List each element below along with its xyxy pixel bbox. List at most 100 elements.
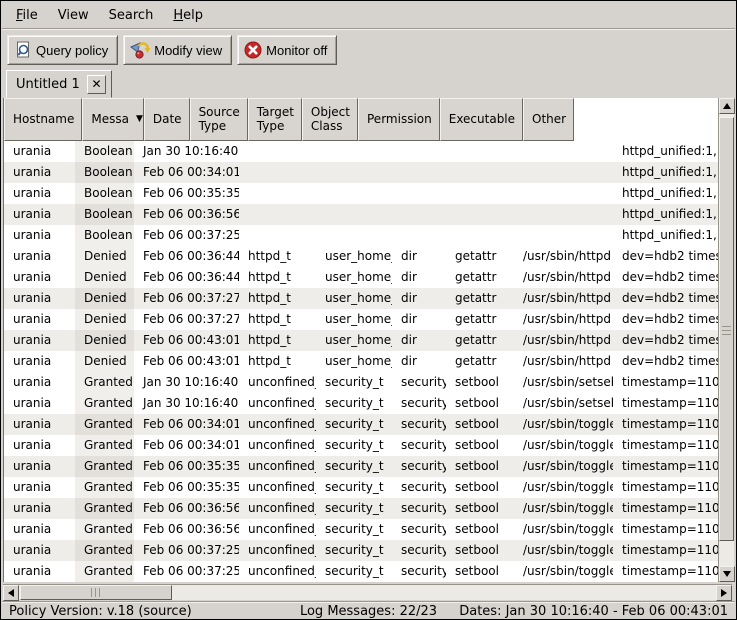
- cell-date: Feb 06 00:34:01: [134, 435, 239, 456]
- table-row[interactable]: urania Boolean Feb 06 00:36:56 httpd_uni…: [4, 204, 718, 225]
- cell-date: Feb 06 00:36:56: [134, 204, 239, 225]
- cell-target-type: security_t: [316, 498, 392, 519]
- cell-date: Jan 30 10:16:40: [134, 393, 239, 414]
- horizontal-scrollbar[interactable]: [3, 584, 732, 600]
- cell-message: Granted: [75, 540, 134, 561]
- cell-permission: setbool: [446, 540, 514, 561]
- table-row[interactable]: urania Denied Feb 06 00:43:01 httpd_t us…: [4, 351, 718, 372]
- tab-close-button[interactable]: ✕: [87, 75, 106, 94]
- modify-view-label: Modify view: [154, 43, 222, 58]
- column-header[interactable]: Executable: [440, 98, 523, 141]
- column-header[interactable]: Source Type: [190, 98, 248, 141]
- cell-executable: /usr/sbin/httpd: [514, 309, 613, 330]
- table-row[interactable]: urania Boolean Feb 06 00:34:01 httpd_uni…: [4, 162, 718, 183]
- table-row[interactable]: urania Denied Feb 06 00:36:44 httpd_t us…: [4, 267, 718, 288]
- cell-object-class: dir: [392, 267, 446, 288]
- cell-hostname: urania: [4, 393, 75, 414]
- cell-target-type: security_t: [316, 561, 392, 582]
- table-row[interactable]: urania Granted Feb 06 00:37:25 unconfine…: [4, 561, 718, 582]
- cell-date: Feb 06 00:36:44: [134, 246, 239, 267]
- table-row[interactable]: urania Granted Feb 06 00:35:35 unconfine…: [4, 477, 718, 498]
- scroll-up-button[interactable]: [719, 98, 735, 114]
- table-row[interactable]: urania Granted Feb 06 00:36:56 unconfine…: [4, 498, 718, 519]
- cell-executable: /usr/sbin/httpd: [514, 288, 613, 309]
- cell-source-type: unconfined_: [239, 456, 316, 477]
- scroll-left-button[interactable]: [3, 585, 19, 601]
- query-policy-button[interactable]: Query policy: [7, 35, 118, 65]
- cell-hostname: urania: [4, 456, 75, 477]
- toolbar: Query policy Modify view Mo: [2, 31, 735, 69]
- cell-other: dev=hdb2 timesta: [613, 267, 718, 288]
- cell-message: Denied: [75, 288, 134, 309]
- cell-permission: setbool: [446, 393, 514, 414]
- modify-view-button[interactable]: Modify view: [123, 35, 232, 65]
- vertical-scrollbar[interactable]: [718, 98, 734, 582]
- log-grid: HostnameMessa▼DateSource TypeTarget Type…: [3, 98, 718, 582]
- vertical-scrollbar-thumb[interactable]: [719, 117, 734, 541]
- dates-status: Dates: Jan 30 10:16:40 - Feb 06 00:43:01: [459, 604, 728, 619]
- cell-source-type: unconfined_: [239, 498, 316, 519]
- table-row[interactable]: urania Boolean Feb 06 00:35:35 httpd_uni…: [4, 183, 718, 204]
- column-header[interactable]: Other: [523, 98, 574, 141]
- cell-message: Boolean: [75, 183, 134, 204]
- table-row[interactable]: urania Denied Feb 06 00:36:44 httpd_t us…: [4, 246, 718, 267]
- cell-date: Feb 06 00:35:35: [134, 183, 239, 204]
- cell-source-type: unconfined_: [239, 477, 316, 498]
- cell-permission: setbool: [446, 372, 514, 393]
- table-row[interactable]: urania Granted Jan 30 10:16:40 unconfine…: [4, 372, 718, 393]
- cell-other: timestamp=11076: [613, 561, 718, 582]
- cell-target-type: [316, 183, 392, 204]
- cell-object-class: security: [392, 498, 446, 519]
- monitor-off-button[interactable]: Monitor off: [237, 35, 337, 65]
- cell-message: Boolean: [75, 204, 134, 225]
- menu-item[interactable]: Search: [99, 4, 164, 27]
- table-row[interactable]: urania Granted Feb 06 00:36:56 unconfine…: [4, 519, 718, 540]
- column-header[interactable]: Messa▼: [82, 98, 144, 141]
- column-header[interactable]: Object Class: [302, 98, 358, 141]
- horizontal-scrollbar-thumb[interactable]: [20, 585, 172, 600]
- cell-other: timestamp=11076: [613, 414, 718, 435]
- column-header[interactable]: Hostname: [4, 98, 82, 141]
- cell-hostname: urania: [4, 225, 75, 246]
- menu-item[interactable]: View: [48, 4, 99, 27]
- cell-message: Granted: [75, 561, 134, 582]
- table-row[interactable]: urania Boolean Feb 06 00:37:25 httpd_uni…: [4, 225, 718, 246]
- cell-message: Granted: [75, 435, 134, 456]
- cell-hostname: urania: [4, 477, 75, 498]
- cell-permission: getattr: [446, 309, 514, 330]
- cell-hostname: urania: [4, 204, 75, 225]
- scroll-down-button[interactable]: [719, 566, 735, 582]
- table-row[interactable]: urania Denied Feb 06 00:43:01 httpd_t us…: [4, 330, 718, 351]
- tab-untitled-1[interactable]: Untitled 1 ✕: [6, 70, 112, 98]
- cell-source-type: [239, 162, 316, 183]
- cell-date: Jan 30 10:16:40: [134, 372, 239, 393]
- cell-source-type: unconfined_: [239, 372, 316, 393]
- cell-source-type: httpd_t: [239, 288, 316, 309]
- column-header[interactable]: Date: [144, 98, 190, 141]
- cell-message: Denied: [75, 309, 134, 330]
- cell-source-type: httpd_t: [239, 309, 316, 330]
- column-header[interactable]: Permission: [358, 98, 440, 141]
- scroll-left-icon: [8, 589, 14, 597]
- column-header[interactable]: Target Type: [248, 98, 302, 141]
- cell-permission: [446, 141, 514, 162]
- cell-other: timestamp=11076: [613, 498, 718, 519]
- cell-object-class: dir: [392, 309, 446, 330]
- menu-item[interactable]: Help: [163, 4, 213, 27]
- log-table: HostnameMessa▼DateSource TypeTarget Type…: [3, 98, 734, 582]
- table-row[interactable]: urania Boolean Jan 30 10:16:40 httpd_uni…: [4, 141, 718, 162]
- table-row[interactable]: urania Granted Feb 06 00:34:01 unconfine…: [4, 414, 718, 435]
- table-row[interactable]: urania Granted Feb 06 00:35:35 unconfine…: [4, 456, 718, 477]
- scroll-right-button[interactable]: [716, 585, 732, 601]
- menu-item[interactable]: File: [6, 4, 48, 27]
- table-row[interactable]: urania Granted Feb 06 00:37:25 unconfine…: [4, 540, 718, 561]
- cell-other: httpd_unified:1, h: [613, 141, 718, 162]
- cell-date: Feb 06 00:34:01: [134, 162, 239, 183]
- table-row[interactable]: urania Granted Jan 30 10:16:40 unconfine…: [4, 393, 718, 414]
- table-row[interactable]: urania Denied Feb 06 00:37:27 httpd_t us…: [4, 288, 718, 309]
- cell-executable: /usr/sbin/toggle: [514, 456, 613, 477]
- table-row[interactable]: urania Granted Feb 06 00:34:01 unconfine…: [4, 435, 718, 456]
- cell-permission: getattr: [446, 246, 514, 267]
- table-row[interactable]: urania Denied Feb 06 00:37:27 httpd_t us…: [4, 309, 718, 330]
- table-header-row: HostnameMessa▼DateSource TypeTarget Type…: [4, 98, 718, 141]
